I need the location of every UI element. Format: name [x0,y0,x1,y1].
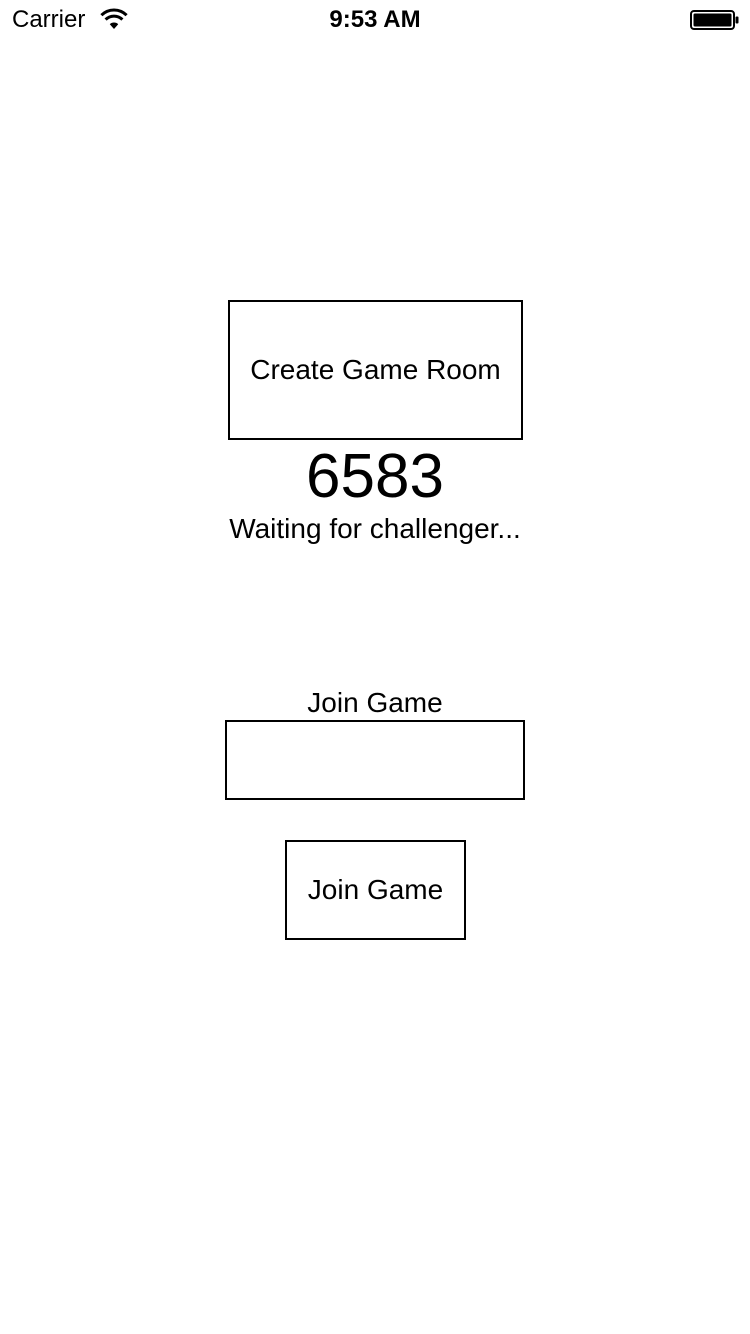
join-game-label: Join Game [307,687,443,718]
waiting-status-text: Waiting for challenger... [229,513,521,544]
status-bar: Carrier 9:53 AM [0,0,750,40]
create-game-room-label: Create Game Room [250,354,501,385]
status-time: 9:53 AM [329,6,421,33]
room-code-input[interactable] [225,720,525,800]
join-game-button[interactable]: Join Game [285,840,466,940]
create-game-room-button[interactable]: Create Game Room [228,300,523,440]
join-game-button-label: Join Game [307,874,444,905]
room-code: 6583 [306,442,444,511]
battery-icon [690,10,739,30]
